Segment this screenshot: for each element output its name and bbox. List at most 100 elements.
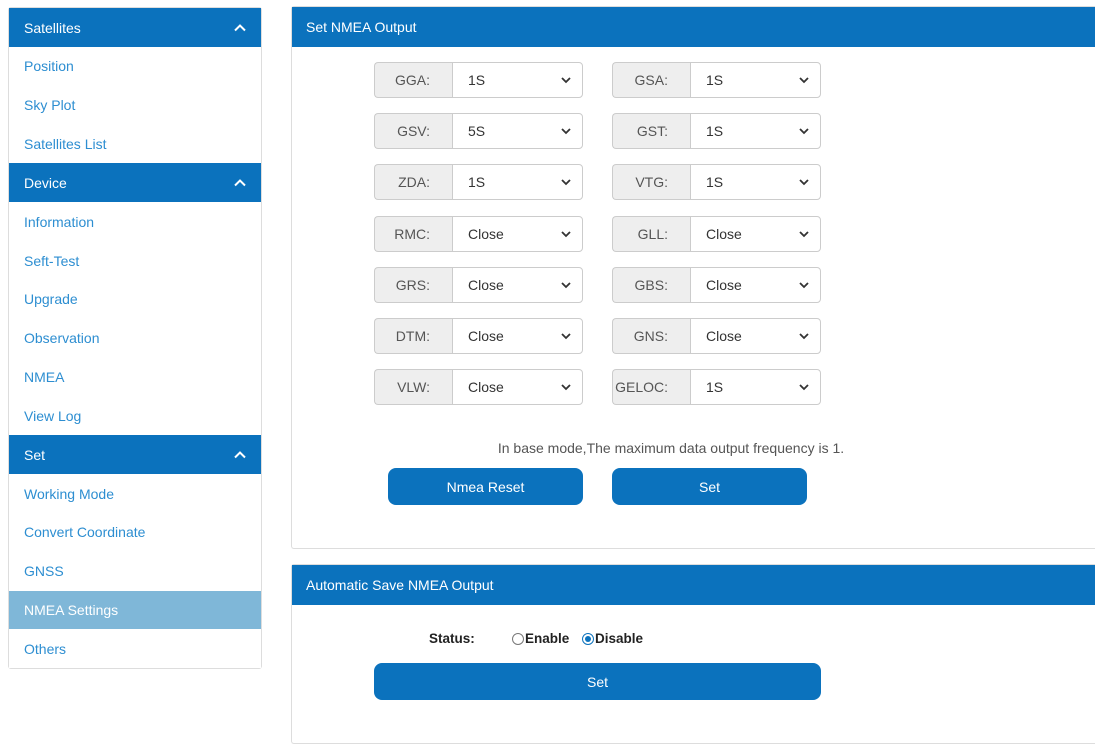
- vtg-select[interactable]: 1S: [690, 164, 821, 201]
- geloc-select[interactable]: 1S: [690, 369, 821, 406]
- select-value: 1S: [468, 72, 486, 88]
- select-value: 5S: [468, 123, 486, 140]
- sidebar-item-self-test[interactable]: Seft-Test: [9, 241, 261, 280]
- nmea-field-label: GRS:: [374, 266, 452, 303]
- sidebar-group-set[interactable]: Set: [9, 435, 261, 475]
- select-value: Close: [468, 379, 504, 396]
- nmea-field-zda: ZDA: 1S: [374, 164, 583, 201]
- nmea-field-label: GLL:: [612, 215, 690, 252]
- select-value: 1S: [706, 123, 724, 140]
- nmea-field-label: GSV:: [374, 113, 452, 150]
- nmea-field-label: GELOC:: [612, 369, 690, 406]
- chevron-down-icon: [799, 282, 809, 289]
- gsv-select[interactable]: 5S: [452, 113, 583, 150]
- chevron-down-icon: [561, 77, 571, 84]
- chevron-down-icon: [561, 179, 571, 186]
- sidebar-item-sky-plot[interactable]: Sky Plot: [9, 85, 261, 125]
- sidebar-item-others[interactable]: Others: [9, 629, 261, 669]
- select-value: 1S: [706, 72, 724, 88]
- select-value: Close: [468, 225, 504, 242]
- nmea-output-panel: Set NMEA Output GGA: 1S GSA: 1S GSV: 5S GST: 1S…: [291, 6, 1095, 549]
- nmea-field-gns: GNS: Close: [612, 318, 821, 354]
- select-value: Close: [706, 276, 742, 293]
- nmea-field-gsa: GSA: 1S: [612, 62, 821, 98]
- gsa-select[interactable]: 1S: [690, 62, 821, 98]
- chevron-down-icon: [799, 230, 809, 237]
- sidebar-group-title: Satellites: [24, 19, 81, 36]
- chevron-down-icon: [799, 128, 809, 135]
- nmea-field-label: GNS:: [612, 318, 690, 354]
- radio-circle-icon: [512, 632, 524, 645]
- sidebar-item-working-mode[interactable]: Working Mode: [9, 474, 261, 513]
- gbs-select[interactable]: Close: [690, 266, 821, 303]
- sidebar-item-observation[interactable]: Observation: [9, 318, 261, 358]
- gll-select[interactable]: Close: [690, 215, 821, 252]
- gns-select[interactable]: Close: [690, 318, 821, 354]
- nmea-field-gst: GST: 1S: [612, 113, 821, 150]
- sidebar-item-satellites-list[interactable]: Satellites List: [9, 124, 261, 164]
- dtm-select[interactable]: Close: [452, 318, 583, 354]
- panel-title: Set NMEA Output: [292, 7, 1095, 47]
- nmea-field-label: GBS:: [612, 266, 690, 303]
- sidebar-item-position[interactable]: Position: [9, 47, 261, 86]
- nmea-field-vlw: VLW: Close: [374, 369, 583, 406]
- nmea-field-geloc: GELOC: 1S: [612, 369, 821, 406]
- select-value: Close: [468, 328, 504, 344]
- nmea-field-gsv: GSV: 5S: [374, 113, 583, 150]
- nmea-field-label: ZDA:: [374, 164, 452, 201]
- zda-select[interactable]: 1S: [452, 164, 583, 201]
- chevron-down-icon: [561, 282, 571, 289]
- select-value: 1S: [706, 174, 724, 191]
- radio-selected-icon: [582, 632, 594, 645]
- chevron-down-icon: [561, 384, 571, 391]
- panel-title: Automatic Save NMEA Output: [292, 565, 1095, 605]
- sidebar: Satellites Position Sky Plot Satellites …: [8, 7, 262, 670]
- disable-label: Disable: [595, 631, 644, 646]
- vlw-select[interactable]: Close: [452, 369, 583, 406]
- chevron-down-icon: [561, 128, 571, 135]
- sidebar-item-nmea-settings[interactable]: NMEA Settings: [9, 590, 261, 630]
- nmea-field-label: GGA:: [374, 62, 452, 98]
- rmc-select[interactable]: Close: [452, 215, 583, 252]
- sidebar-item-information[interactable]: Information: [9, 202, 261, 242]
- nmea-field-label: VLW:: [374, 369, 452, 406]
- sidebar-group-title: Set: [24, 446, 46, 463]
- nmea-field-dtm: DTM: Close: [374, 318, 583, 354]
- base-mode-note: In base mode,The maximum data output fre…: [497, 440, 845, 456]
- sidebar-item-upgrade[interactable]: Upgrade: [9, 279, 261, 319]
- nmea-field-grs: GRS: Close: [374, 266, 583, 303]
- nmea-field-label: RMC:: [374, 215, 452, 252]
- auto-save-set-button[interactable]: Set: [374, 663, 821, 700]
- nmea-field-gga: GGA: 1S: [374, 62, 583, 98]
- sidebar-item-nmea[interactable]: NMEA: [9, 357, 261, 397]
- nmea-field-vtg: VTG: 1S: [612, 164, 821, 201]
- enable-label: Enable: [525, 631, 570, 646]
- sidebar-item-view-log[interactable]: View Log: [9, 396, 261, 436]
- nmea-reset-button[interactable]: Nmea Reset: [388, 468, 583, 505]
- chevron-down-icon: [799, 77, 809, 84]
- grs-select[interactable]: Close: [452, 266, 583, 303]
- sidebar-item-gnss[interactable]: GNSS: [9, 551, 261, 591]
- chevron-down-icon: [799, 384, 809, 391]
- select-value: Close: [706, 225, 742, 242]
- nmea-field-label: GSA:: [612, 62, 690, 98]
- sidebar-group-satellites[interactable]: Satellites: [9, 8, 261, 47]
- disable-radio[interactable]: Disable: [582, 631, 643, 646]
- select-value: Close: [468, 276, 504, 293]
- chevron-down-icon: [799, 179, 809, 186]
- select-value: 1S: [468, 174, 486, 191]
- sidebar-group-device[interactable]: Device: [9, 163, 261, 203]
- enable-radio[interactable]: Enable: [512, 631, 569, 646]
- sidebar-item-convert-coordinate[interactable]: Convert Coordinate: [9, 512, 261, 552]
- chevron-down-icon: [561, 230, 571, 237]
- chevron-up-icon: [234, 178, 246, 187]
- nmea-field-label: VTG:: [612, 164, 690, 201]
- auto-save-panel: Automatic Save NMEA Output Status: Enabl…: [291, 564, 1095, 744]
- nmea-field-label: DTM:: [374, 318, 452, 354]
- nmea-field-rmc: RMC: Close: [374, 215, 583, 252]
- gga-select[interactable]: 1S: [452, 62, 583, 98]
- nmea-set-button[interactable]: Set: [612, 468, 807, 505]
- chevron-down-icon: [799, 333, 809, 340]
- chevron-down-icon: [561, 333, 571, 340]
- gst-select[interactable]: 1S: [690, 113, 821, 150]
